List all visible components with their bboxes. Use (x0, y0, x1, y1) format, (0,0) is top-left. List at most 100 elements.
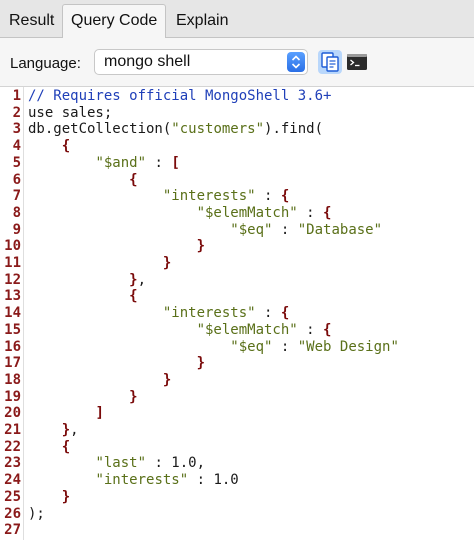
code-token: } (61, 488, 71, 505)
code-token: } (196, 355, 206, 372)
open-shell-button[interactable] (345, 50, 369, 74)
tab-result[interactable]: Result (0, 4, 63, 38)
code-token: ).find( (264, 121, 324, 138)
code-token: // Requires official MongoShell 3.6+ (28, 88, 332, 104)
code-token: { (61, 138, 71, 155)
code-token: : (272, 338, 298, 355)
line-number: 15 (4, 321, 21, 338)
code-token: : 1.0 (188, 472, 239, 489)
code-token: { (61, 438, 71, 455)
line-number: 24 (4, 472, 21, 489)
code-text: { (28, 138, 70, 155)
line-number: 25 (4, 488, 21, 505)
line-number: 1 (12, 88, 21, 104)
code-token: } (129, 271, 138, 288)
code-text: } (28, 255, 171, 272)
line-number: 10 (4, 238, 21, 255)
line-number: 21 (4, 422, 21, 438)
copy-document-icon (321, 52, 339, 72)
line-number: 26 (4, 505, 21, 522)
code-token: "interests" (95, 472, 189, 489)
code-text: }, (28, 272, 146, 289)
code-text: db.getCollection("customers").find( (28, 121, 323, 138)
tab-explain[interactable]: Explain (167, 4, 237, 38)
code-token: } (196, 238, 206, 255)
code-token: : (297, 321, 324, 338)
code-token: "last" (95, 455, 147, 472)
line-number: 19 (4, 388, 21, 405)
chevron-up-down-icon[interactable] (287, 52, 305, 72)
language-select[interactable]: mongo shell (94, 49, 308, 75)
line-number: 14 (4, 305, 21, 322)
code-text: "interests" : { (28, 188, 289, 205)
code-token: "interests" (162, 305, 256, 322)
code-token: "$eq" (230, 221, 273, 238)
code-token: { (323, 321, 332, 338)
code-token: : (297, 204, 324, 221)
code-token: } (129, 388, 138, 405)
code-token: { (280, 305, 290, 322)
code-token: } (61, 422, 71, 438)
code-text: "last" : 1.0, (28, 455, 205, 472)
code-token: : (272, 221, 298, 238)
code-token: "$elemMatch" (196, 321, 298, 338)
code-token: } (162, 371, 172, 388)
code-token: "Web Design" (297, 338, 399, 355)
code-editor[interactable]: 1 // Requires official MongoShell 3.6+ 2 us… (0, 86, 474, 540)
code-text: ] (28, 405, 104, 422)
code-text: { (28, 172, 137, 189)
code-text: }, (28, 422, 79, 439)
code-text: "$and" : [ (28, 154, 180, 172)
line-number: 12 (4, 271, 21, 288)
line-number: 27 (4, 522, 21, 539)
line-number: 7 (12, 188, 21, 205)
code-token: use sales; (28, 104, 113, 121)
code-token: [ (171, 154, 180, 171)
code-token: "customers" (171, 121, 265, 138)
line-number: 13 (4, 288, 21, 305)
tab-bar: Result Query Code Explain (0, 0, 474, 39)
line-number: 20 (4, 405, 21, 422)
code-token: , (70, 422, 79, 438)
code-token: } (162, 255, 172, 271)
code-text: "$eq" : "Web Design" (28, 339, 399, 356)
copy-code-button[interactable] (318, 50, 342, 74)
tab-query-code[interactable]: Query Code (62, 4, 167, 39)
terminal-icon (347, 54, 367, 70)
code-text: // Requires official MongoShell 3.6+ (28, 88, 331, 105)
code-text: } (28, 489, 70, 506)
code-text: } (28, 372, 171, 389)
code-text: "$elemMatch" : { (28, 204, 332, 222)
line-number: 23 (4, 455, 21, 472)
code-text: use sales; (28, 105, 112, 122)
line-number: 18 (4, 371, 21, 388)
code-token: { (280, 188, 290, 205)
code-token: ] (95, 405, 104, 422)
code-token: { (129, 288, 138, 305)
code-token: "$elemMatch" (196, 204, 298, 221)
line-number: 8 (12, 204, 21, 221)
code-text: } (28, 388, 138, 406)
line-number: 6 (12, 171, 21, 188)
line-number: 4 (12, 138, 21, 155)
line-number: 9 (12, 221, 21, 238)
